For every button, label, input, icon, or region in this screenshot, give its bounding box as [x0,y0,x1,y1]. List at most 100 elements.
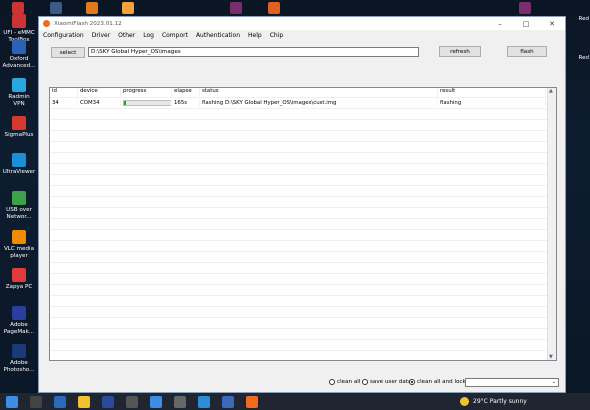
desktop-icon-label: USB over Networ... [6,207,32,220]
progress-bar [123,100,171,106]
menu-configuration[interactable]: Configuration [39,32,88,39]
empty-row [50,207,556,218]
cell-device: COM34 [78,100,121,106]
option-clean-all[interactable]: clean all [329,379,360,385]
start-icon[interactable] [6,395,18,408]
col-header-device[interactable]: device [78,88,121,97]
desktop-icon-ultraviewer[interactable]: UltraViewer [2,153,36,176]
refresh-button[interactable]: refresh [439,46,481,57]
option-label: clean all [337,379,361,385]
pagemaker-icon [12,306,26,320]
taskbar-app-icon[interactable] [222,395,234,408]
taskbar-app-icon[interactable] [174,395,186,408]
empty-row [50,339,556,350]
radio-icon[interactable] [329,379,335,385]
taskbar-app-icon[interactable] [150,395,162,408]
col-header-status[interactable]: status [200,88,438,97]
empty-row [50,141,556,152]
taskbar-app-icon[interactable] [126,395,138,408]
menu-other[interactable]: Other [114,32,139,39]
title-bar[interactable]: XiaomiFlash 2023.01.12 – □ ✕ [39,17,565,30]
col-header-progress[interactable]: progress [121,88,172,97]
word-icon[interactable] [102,395,114,408]
menu-authentication[interactable]: Authentication [192,32,244,39]
scroll-down-icon[interactable]: ▼ [549,354,553,360]
desktop-icon-label: SigmaPlus [4,132,34,138]
app-icon[interactable] [268,2,280,14]
menu-help[interactable]: Help [244,32,266,39]
menu-bar: Configuration Driver Other Log Comport A… [39,30,565,41]
menu-log[interactable]: Log [139,32,158,39]
desktop-icon-radmin[interactable]: Radmin VPN [2,78,36,108]
desktop-icon-pagemaker[interactable]: Adobe PageMak... [2,306,36,336]
app-icon[interactable] [12,2,24,14]
select-button[interactable]: select [51,47,85,58]
vlc-cone-icon [12,230,26,244]
weather-widget[interactable]: 29°C Partly sunny [460,393,527,410]
empty-row [50,262,556,273]
app-icon[interactable] [86,2,98,14]
app-icon[interactable] [50,2,62,14]
close-button[interactable]: ✕ [539,20,565,28]
grid-header: id device progress elapse status result [50,88,556,97]
empty-row [50,229,556,240]
option-clean-all-and-lock[interactable]: clean all and lock [409,379,466,385]
ultraviewer-icon [12,153,26,167]
desktop-icon-sigmaplus[interactable]: SigmaPlus [2,116,36,139]
taskbar-app-icon[interactable] [30,395,42,408]
options-bar: clean all save user data clean all and l… [39,374,565,392]
desktop-icon-photoshop[interactable]: Adobe Photosho... [2,344,36,374]
menu-driver[interactable]: Driver [88,32,114,39]
option-label: clean all and lock [417,379,466,385]
xiaomiflash-taskbar-icon[interactable] [246,395,258,408]
options-dropdown[interactable]: ⌄ [465,378,559,387]
table-row[interactable]: 34 COM34 165s flashing D:\SKY Global Hyp… [50,97,556,108]
empty-row [50,240,556,251]
empty-row [50,284,556,295]
partly-sunny-icon [460,397,469,406]
empty-row [50,328,556,339]
desktop-icon-zapya[interactable]: Zapya PC [2,268,36,291]
empty-row [50,196,556,207]
col-header-result[interactable]: result [438,88,546,97]
chrome-icon[interactable] [78,395,90,408]
archive-icon[interactable] [519,2,531,14]
toolbar: select D:\SKY Global Hyper_OS\images ref… [39,41,565,69]
progress-fill [124,101,127,105]
desktop-icon-label: Oxford Advanced... [2,56,36,69]
zapya-icon [12,268,26,282]
mail-icon[interactable] [54,395,66,408]
desktop-icon-usb-network[interactable]: USB over Networ... [2,191,36,221]
empty-row [50,295,556,306]
empty-row [50,317,556,328]
vertical-scrollbar[interactable]: ▲ ▼ [547,88,556,360]
taskbar: 29°C Partly sunny [0,393,590,410]
photoshop-icon [12,344,26,358]
col-header-id[interactable]: id [50,88,78,97]
archive-icon[interactable] [230,2,242,14]
minimize-button[interactable]: – [487,20,513,28]
cell-elapse: 165s [172,100,200,106]
desktop-icon-oxford[interactable]: Oxford Advanced... [2,40,36,70]
scroll-up-icon[interactable]: ▲ [549,88,553,94]
maximize-button[interactable]: □ [513,20,539,28]
empty-row [50,350,556,360]
chevron-down-icon: ⌄ [551,379,556,385]
col-header-elapse[interactable]: elapse [172,88,200,97]
telegram-icon[interactable] [198,395,210,408]
app-icon[interactable] [122,2,134,14]
desktop-right-label: Red [578,16,589,22]
menu-chip[interactable]: Chip [266,32,287,39]
option-save-user-data[interactable]: save user data [362,379,411,385]
cell-result: flashing [438,100,546,106]
radio-selected-icon[interactable] [409,379,415,385]
menu-comport[interactable]: Comport [158,32,192,39]
empty-row [50,130,556,141]
radio-icon[interactable] [362,379,368,385]
path-input[interactable]: D:\SKY Global Hyper_OS\images [88,47,419,57]
cell-id: 34 [50,100,78,106]
empty-row [50,152,556,163]
flash-button[interactable]: flash [507,46,547,57]
desktop-icon-vlc[interactable]: VLC media player [2,230,36,260]
usb-network-icon [12,191,26,205]
